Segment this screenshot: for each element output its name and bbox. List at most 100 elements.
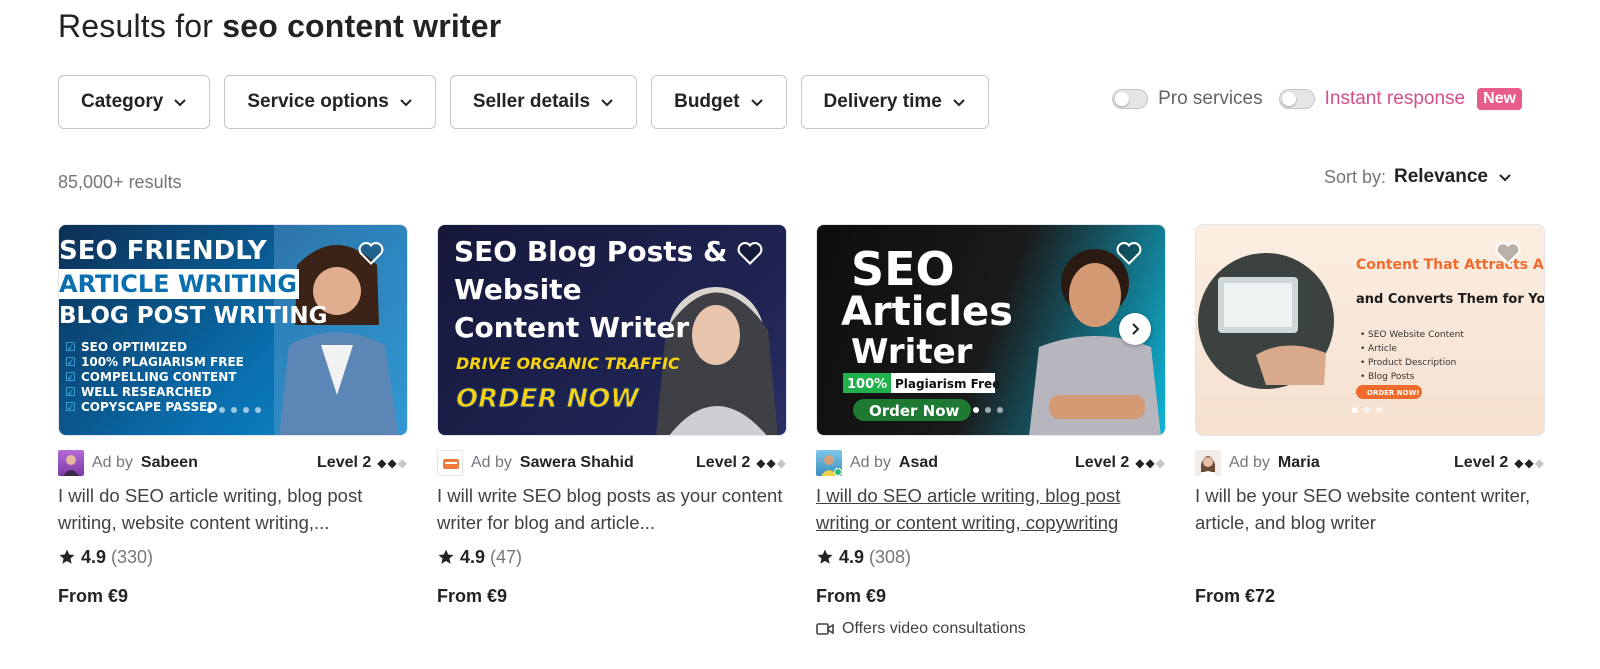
filter-delivery-time-button[interactable]: Delivery time xyxy=(800,75,989,129)
gig-grid: SEO FRIENDLY ARTICLE WRITING BLOG POST W… xyxy=(58,224,1545,638)
avatar[interactable] xyxy=(58,450,84,476)
avatar[interactable] xyxy=(816,450,842,476)
rating-score: 4.9 xyxy=(460,546,486,567)
favorite-heart-icon[interactable] xyxy=(357,239,385,267)
toggle-bar: Pro services Instant response New xyxy=(1112,88,1528,110)
ad-label: Ad by xyxy=(471,454,512,471)
sort-control: Sort by: Relevance xyxy=(1324,166,1512,188)
avatar[interactable] xyxy=(437,450,463,476)
chevron-down-icon xyxy=(601,99,613,107)
filter-budget-button[interactable]: Budget xyxy=(651,75,787,129)
thumb-bullet: Article xyxy=(1368,344,1397,354)
thumb-line-4: DRIVE ORGANIC TRAFFIC xyxy=(456,354,680,373)
thumbnail-artwork: SEO FRIENDLY ARTICLE WRITING BLOG POST W… xyxy=(59,225,407,435)
gig-card: SEO Articles Writer 100% Plagiarism Free… xyxy=(816,224,1166,638)
filter-bar: Category Service options Seller details … xyxy=(58,75,989,129)
favorite-heart-icon[interactable] xyxy=(736,239,764,267)
thumb-bullet: SEO Website Content xyxy=(1368,330,1464,340)
gig-thumbnail[interactable]: Content That Attracts Audience and Conve… xyxy=(1195,224,1545,436)
rating-count: (308) xyxy=(869,546,912,567)
thumb-badge-bold: 100% xyxy=(847,377,887,392)
gig-card: SEO Blog Posts & Website Content Writer … xyxy=(437,224,787,638)
results-count: 85,000+ results xyxy=(58,172,182,192)
level-text: Level 2 xyxy=(317,454,372,471)
seller-name[interactable]: Sabeen xyxy=(141,454,198,472)
thumb-line-5: ORDER NOW xyxy=(456,384,640,414)
level-diamonds-icon: ◆◆◆ xyxy=(1135,456,1166,470)
seller-level: Level 2 ◆◆◆ xyxy=(696,454,787,472)
thumb-line-3: Writer xyxy=(851,332,973,372)
new-badge: New xyxy=(1477,88,1522,110)
rating-score: 4.9 xyxy=(81,546,107,567)
filter-label: Seller details xyxy=(472,91,591,112)
svg-text:☑: ☑ xyxy=(65,400,76,414)
gig-title-link[interactable]: I will do SEO article writing, blog post… xyxy=(816,482,1166,536)
thumb-bullet: 100% PLAGIARISM FREE xyxy=(81,355,244,369)
thumb-line-2: ARTICLE WRITING xyxy=(59,270,297,298)
level-text: Level 2 xyxy=(1075,454,1130,471)
seller-name[interactable]: Sawera Shahid xyxy=(520,454,634,472)
svg-text:•: • xyxy=(1360,372,1365,382)
gig-title-link[interactable]: I will write SEO blog posts as your cont… xyxy=(437,482,787,536)
carousel-dots xyxy=(207,407,261,413)
ad-label: Ad by xyxy=(92,454,133,471)
thumb-bullet: COPYSCAPE PASSED xyxy=(81,400,217,414)
gig-thumbnail[interactable]: SEO Blog Posts & Website Content Writer … xyxy=(437,224,787,436)
filter-seller-details-button[interactable]: Seller details xyxy=(449,75,638,129)
instant-response-toggle[interactable] xyxy=(1278,89,1315,109)
avatar[interactable] xyxy=(1195,450,1221,476)
thumb-bullet: Product Description xyxy=(1368,358,1456,368)
pro-services-toggle[interactable] xyxy=(1112,89,1149,109)
star-icon xyxy=(817,549,833,564)
carousel-dots xyxy=(973,407,1003,413)
favorite-heart-icon[interactable] xyxy=(1115,239,1143,267)
level-diamonds-icon: ◆◆◆ xyxy=(756,456,787,470)
rating-count: (330) xyxy=(111,546,154,567)
thumb-badge-rest: Plagiarism Free xyxy=(895,377,1000,391)
filter-label: Service options xyxy=(247,91,389,112)
carousel-dots xyxy=(1352,407,1382,413)
chevron-down-icon xyxy=(1499,174,1511,182)
thumbnail-artwork: SEO Articles Writer 100% Plagiarism Free… xyxy=(841,242,1161,435)
svg-text:•: • xyxy=(1360,344,1365,354)
rating: 4.9 (47) xyxy=(437,542,787,572)
sort-dropdown[interactable]: Relevance xyxy=(1394,166,1512,188)
thumb-bullet: SEO OPTIMIZED xyxy=(81,340,187,354)
svg-text:☑: ☑ xyxy=(65,355,76,369)
thumb-bullet: COMPELLING CONTENT xyxy=(81,370,237,384)
filter-service-options-button[interactable]: Service options xyxy=(224,75,436,129)
ad-label: Ad by xyxy=(850,454,891,471)
video-offer-text: Offers video consultations xyxy=(842,620,1026,637)
seller-name[interactable]: Maria xyxy=(1278,454,1320,472)
instant-response-label: Instant response xyxy=(1324,88,1466,109)
sort-label: Sort by: xyxy=(1323,166,1386,187)
level-diamonds-icon: ◆◆◆ xyxy=(377,456,408,470)
gig-title-link[interactable]: I will be your SEO website content write… xyxy=(1195,482,1545,536)
favorite-heart-icon[interactable] xyxy=(1494,239,1522,267)
seller-name[interactable]: Asad xyxy=(899,454,938,472)
search-query: seo content writer xyxy=(222,8,502,44)
thumb-line-2: Website xyxy=(454,273,582,306)
chevron-down-icon xyxy=(400,99,412,107)
gig-title-link[interactable]: I will do SEO article writing, blog post… xyxy=(58,482,408,536)
chevron-down-icon xyxy=(750,99,763,107)
seller-level: Level 2 ◆◆◆ xyxy=(317,454,408,472)
pro-services-label: Pro services xyxy=(1158,88,1263,109)
thumb-line-3: Content Writer xyxy=(454,311,689,344)
price: From €9 xyxy=(58,585,129,606)
gig-thumbnail[interactable]: SEO FRIENDLY ARTICLE WRITING BLOG POST W… xyxy=(58,224,408,436)
svg-text:•: • xyxy=(1360,330,1365,340)
price: From €9 xyxy=(816,585,887,606)
thumb-line-1: SEO Blog Posts & xyxy=(454,235,727,268)
seller-level: Level 2 ◆◆◆ xyxy=(1075,454,1166,472)
thumbnail-artwork: Content That Attracts Audience and Conve… xyxy=(1198,253,1544,399)
gig-card: Content That Attracts Audience and Conve… xyxy=(1195,224,1545,638)
carousel-next-button[interactable] xyxy=(1119,313,1151,345)
filter-category-button[interactable]: Category xyxy=(58,75,211,129)
rating: 4.9 (330) xyxy=(58,542,408,572)
chevron-down-icon xyxy=(174,99,187,107)
rating: 4.9 (308) xyxy=(816,542,1166,572)
svg-text:☑: ☑ xyxy=(65,385,76,399)
chevron-down-icon xyxy=(953,99,965,107)
gig-thumbnail[interactable]: SEO Articles Writer 100% Plagiarism Free… xyxy=(816,224,1166,436)
